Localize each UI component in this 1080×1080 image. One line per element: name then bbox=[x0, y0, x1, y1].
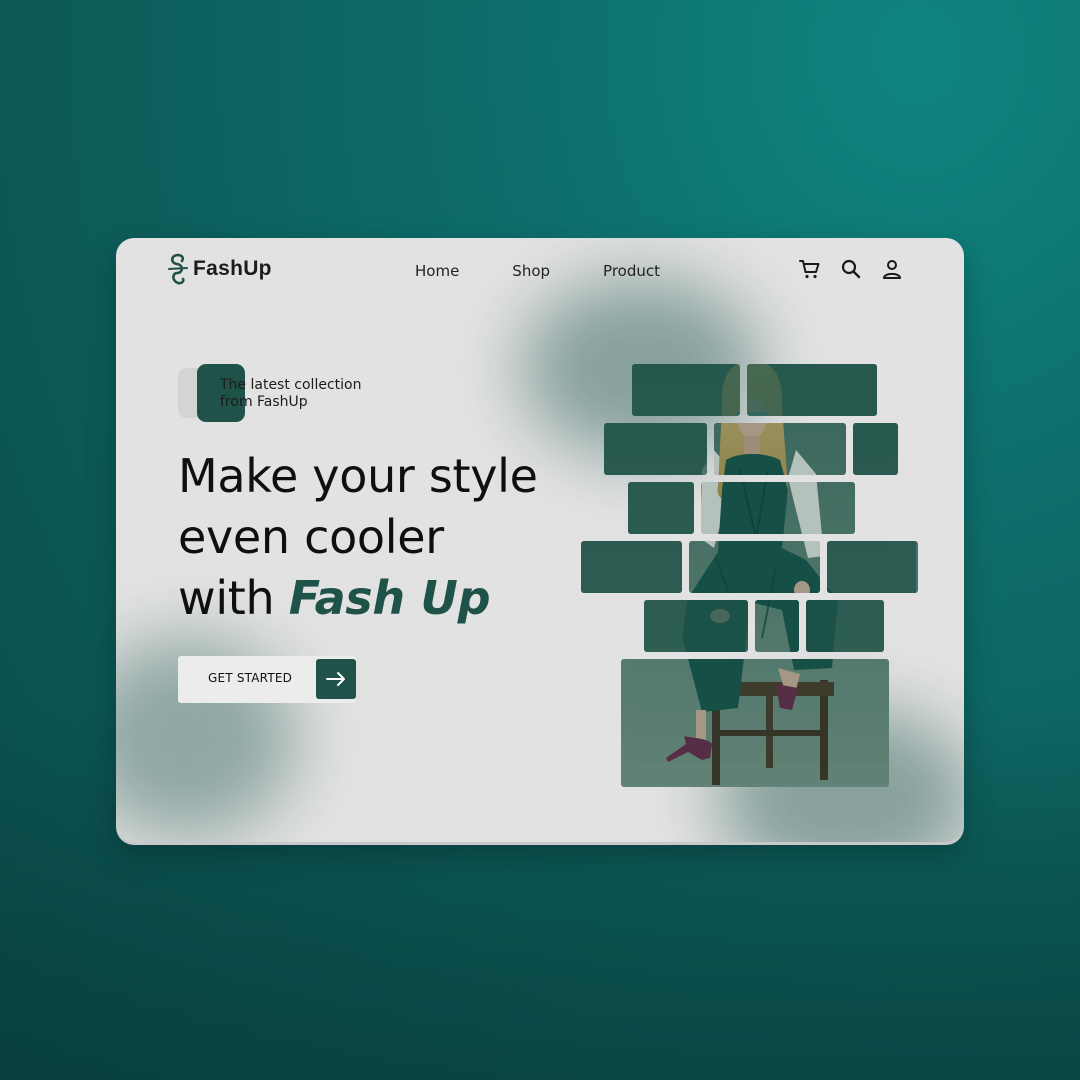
tag-text: The latest collection from FashUp bbox=[220, 377, 410, 411]
logo-icon bbox=[168, 253, 188, 285]
nav-product[interactable]: Product bbox=[603, 262, 660, 280]
arrow-right-icon bbox=[316, 659, 356, 699]
hero-headline: Make your style even cooler with Fash Up bbox=[178, 446, 538, 629]
landing-page-window: FashUp Home Shop Product The latest coll… bbox=[116, 238, 964, 842]
header-actions bbox=[781, 257, 904, 281]
headline-line-2: even cooler bbox=[178, 510, 444, 564]
nav-home[interactable]: Home bbox=[415, 262, 459, 280]
decorative-glow bbox=[716, 708, 964, 842]
decorative-glow bbox=[521, 278, 761, 458]
cart-icon[interactable] bbox=[798, 257, 822, 281]
get-started-button[interactable]: GET STARTED bbox=[178, 656, 356, 703]
tag-line-1: The latest collection bbox=[220, 377, 362, 393]
nav-shop[interactable]: Shop bbox=[512, 262, 550, 280]
headline-line-1: Make your style bbox=[178, 449, 538, 503]
tag-line-2: from FashUp bbox=[220, 394, 308, 410]
user-icon[interactable] bbox=[880, 257, 904, 281]
brand-name: FashUp bbox=[193, 257, 272, 280]
headline-line-3: with bbox=[178, 571, 289, 625]
search-icon[interactable] bbox=[839, 257, 863, 281]
collection-tag: The latest collection from FashUp bbox=[178, 364, 388, 422]
brand-logo[interactable]: FashUp bbox=[166, 252, 272, 286]
cta-label: GET STARTED bbox=[208, 671, 293, 685]
headline-brand: Fash Up bbox=[288, 571, 491, 625]
main-nav: Home Shop Product bbox=[415, 262, 713, 280]
